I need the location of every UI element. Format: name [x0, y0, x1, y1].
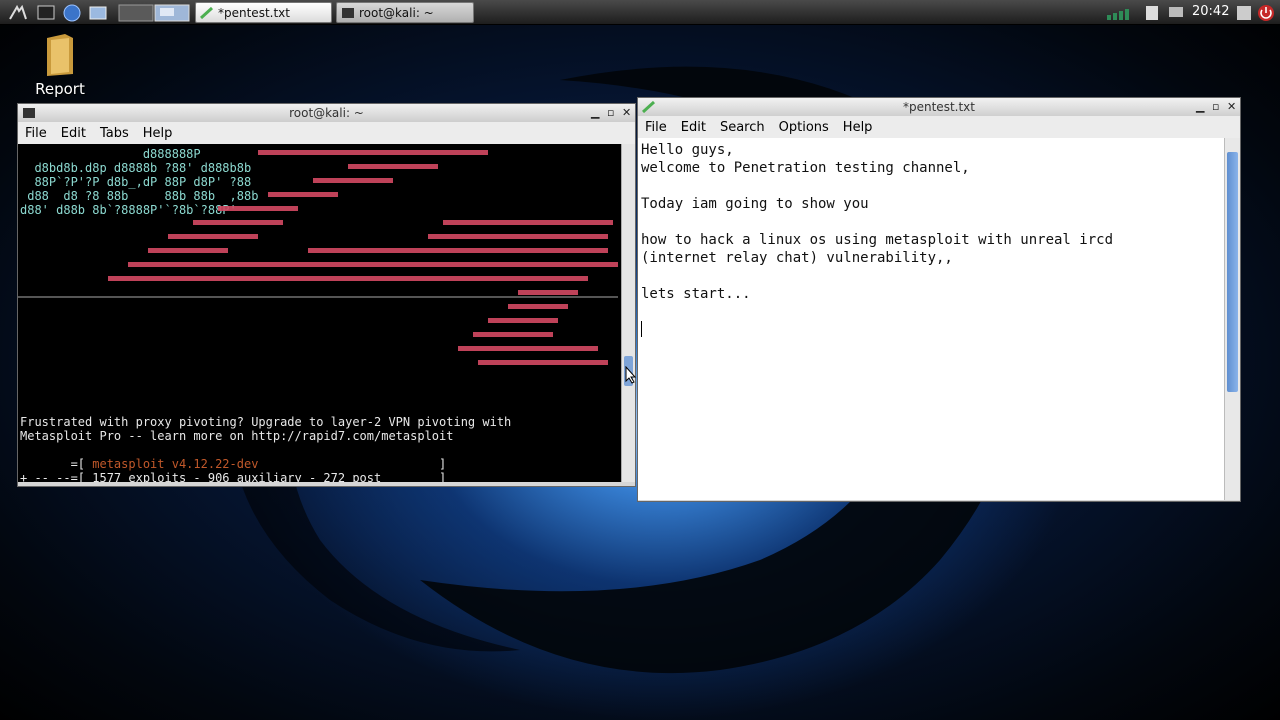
maximize-icon[interactable]: ▫	[607, 104, 614, 122]
terminal-message: Frustrated with proxy pivoting? Upgrade …	[20, 415, 511, 482]
task-label: root@kali: ~	[359, 5, 434, 20]
menu-edit[interactable]: Edit	[681, 120, 706, 135]
editor-line: welcome to Penetration testing channel,	[641, 160, 970, 176]
terminal-titlebar[interactable]: root@kali: ~ ▁ ▫ ✕	[18, 104, 635, 122]
editor-title: *pentest.txt	[903, 100, 975, 114]
power-icon[interactable]	[1256, 3, 1276, 22]
version-prefix: =[	[20, 457, 93, 471]
network-monitor-icon[interactable]	[1105, 3, 1137, 22]
editor-line: Today iam going to show you	[641, 196, 869, 212]
ascii-art-graphic	[18, 150, 618, 365]
version-line: =[ metasploit v4.12.22-dev ]	[20, 457, 511, 471]
close-icon[interactable]: ✕	[622, 104, 631, 122]
text-editor-icon	[642, 101, 656, 113]
stats-line: + -- --=[ 1577 exploits - 906 auxiliary …	[20, 471, 447, 482]
browser-icon[interactable]	[62, 3, 82, 22]
task-pentest-txt[interactable]: *pentest.txt	[195, 2, 332, 23]
mouse-pointer-icon	[625, 366, 637, 384]
terminal-output[interactable]: d888888P d8bd8b.d8p d8888b ?88' d888b8b …	[18, 144, 621, 482]
calendar-icon[interactable]	[1234, 3, 1254, 22]
terminal-window-icon	[23, 108, 35, 118]
scrollbar-thumb[interactable]	[1227, 152, 1238, 392]
folder-icon	[47, 34, 73, 76]
text-editor-icon	[200, 6, 214, 19]
terminal-icon	[342, 7, 354, 18]
clipboard-icon[interactable]	[1142, 3, 1162, 22]
desktop-icon-report[interactable]: Report	[30, 32, 90, 98]
tagline-line-2: Metasploit Pro -- learn more on http://r…	[20, 429, 454, 443]
close-icon[interactable]: ✕	[1227, 98, 1236, 116]
tagline-line-1: Frustrated with proxy pivoting? Upgrade …	[20, 415, 512, 429]
desktop-icon-label: Report	[35, 80, 85, 98]
menu-file[interactable]: File	[645, 120, 667, 135]
menu-help[interactable]: Help	[843, 120, 873, 135]
workspace-1-icon[interactable]	[118, 3, 154, 22]
files-icon[interactable]	[88, 3, 108, 22]
terminal-launcher-icon[interactable]	[36, 3, 56, 22]
metasploit-version: metasploit v4.12.22-dev	[92, 457, 259, 471]
maximize-icon[interactable]: ▫	[1212, 98, 1219, 116]
task-label: *pentest.txt	[218, 5, 290, 20]
editor-line: Hello guys,	[641, 142, 734, 158]
kali-menu-icon[interactable]	[8, 3, 28, 22]
menu-search[interactable]: Search	[720, 120, 765, 135]
terminal-scrollbar[interactable]	[621, 144, 635, 482]
top-panel: *pentest.txt root@kali: ~ 20:42	[0, 0, 1280, 25]
workspace-2-icon[interactable]	[154, 3, 190, 22]
editor-line: lets start...	[641, 286, 751, 302]
terminal-title: root@kali: ~	[289, 106, 364, 120]
text-cursor	[641, 321, 642, 337]
editor-text-area[interactable]: Hello guys, welcome to Penetration testi…	[638, 138, 1224, 500]
minimize-icon[interactable]: ▁	[1196, 98, 1204, 116]
minimize-icon[interactable]: ▁	[591, 104, 599, 122]
editor-scrollbar[interactable]	[1224, 138, 1240, 500]
task-terminal[interactable]: root@kali: ~	[336, 2, 474, 23]
menu-options[interactable]: Options	[779, 120, 829, 135]
menu-edit[interactable]: Edit	[61, 126, 86, 141]
terminal-menubar: File Edit Tabs Help	[18, 122, 635, 144]
terminal-window[interactable]: root@kali: ~ ▁ ▫ ✕ File Edit Tabs Help d…	[17, 103, 636, 487]
editor-line: (internet relay chat) vulnerability,,	[641, 250, 953, 266]
clock[interactable]: 20:42	[1192, 4, 1229, 19]
menu-file[interactable]: File	[25, 126, 47, 141]
editor-titlebar[interactable]: *pentest.txt ▁ ▫ ✕	[638, 98, 1240, 116]
menu-tabs[interactable]: Tabs	[100, 126, 129, 141]
menu-help[interactable]: Help	[143, 126, 173, 141]
editor-window[interactable]: *pentest.txt ▁ ▫ ✕ File Edit Search Opti…	[637, 97, 1241, 502]
editor-menubar: File Edit Search Options Help	[638, 116, 1240, 138]
editor-line: how to hack a linux os using metasploit …	[641, 232, 1114, 248]
version-suffix: ]	[258, 457, 447, 471]
network-icon[interactable]	[1166, 3, 1186, 22]
